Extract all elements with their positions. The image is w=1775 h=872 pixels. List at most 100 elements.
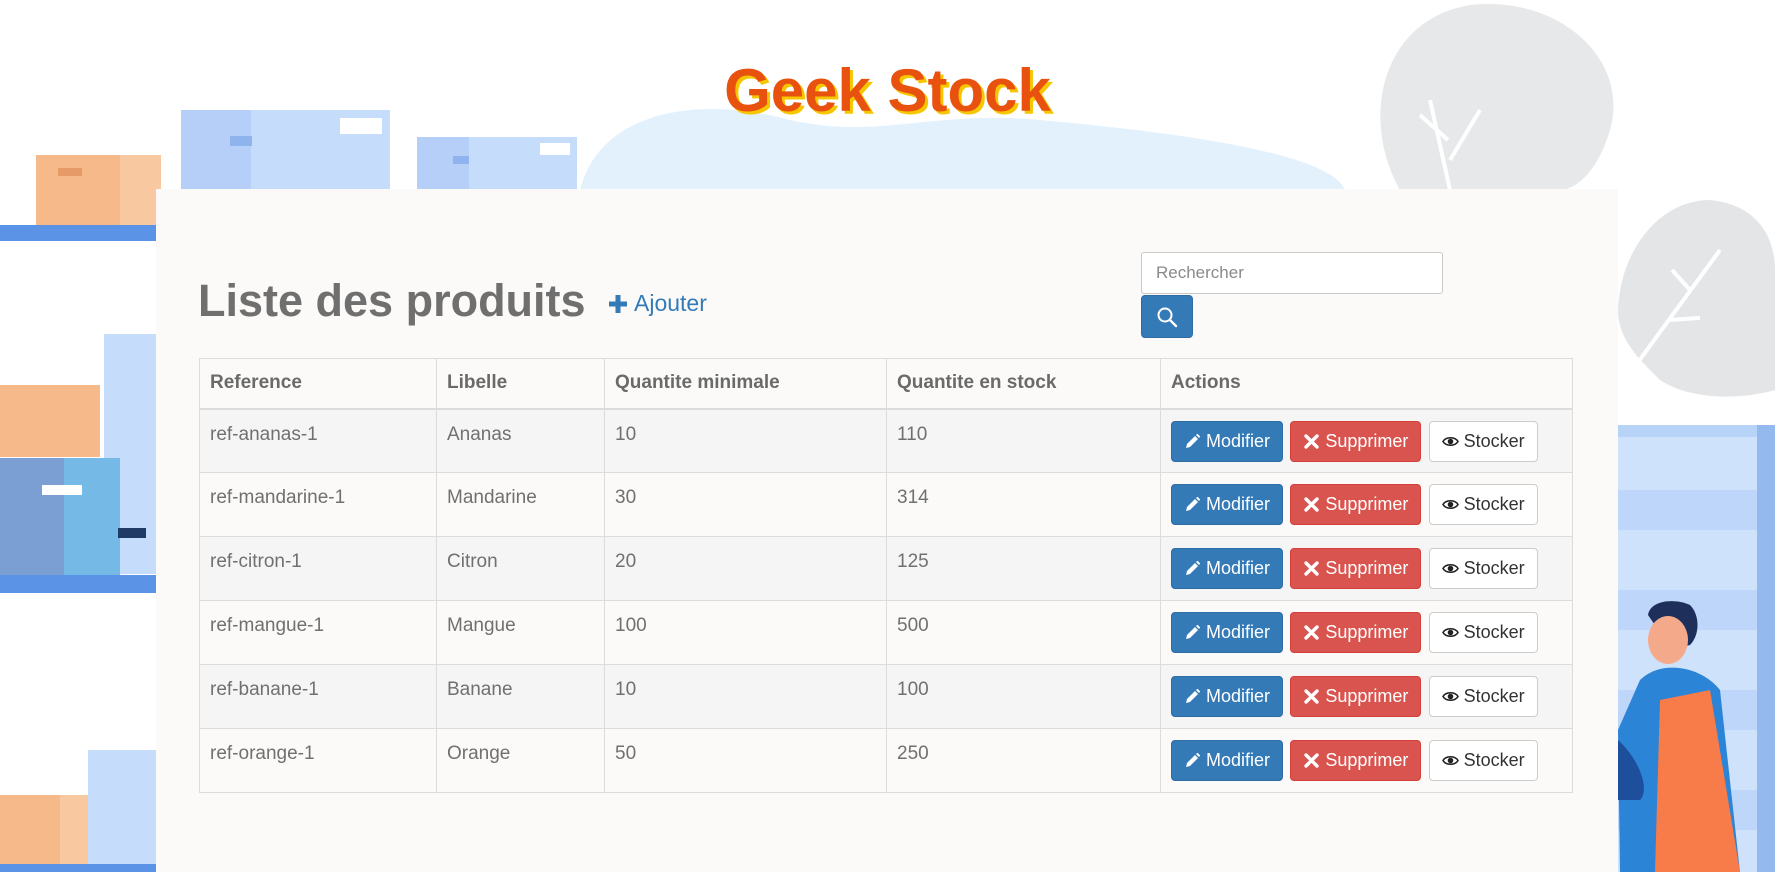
cell-quantite-minimale: 10 bbox=[604, 664, 887, 729]
cell-quantite-minimale: 10 bbox=[604, 408, 887, 473]
cell-actions: Modifier Supprimer Stocker bbox=[1160, 600, 1573, 665]
pencil-icon bbox=[1186, 752, 1201, 767]
cell-libelle: Mandarine bbox=[436, 472, 605, 537]
cell-libelle: Citron bbox=[436, 536, 605, 601]
pencil-icon bbox=[1186, 688, 1201, 703]
modifier-label: Modifier bbox=[1206, 622, 1271, 642]
table-row: ref-ananas-1 Ananas 10 110 Modifier Supp… bbox=[199, 408, 1573, 473]
table-row: ref-orange-1 Orange 50 250 Modifier Supp… bbox=[199, 728, 1573, 793]
table-row: ref-mandarine-1 Mandarine 30 314 Modifie… bbox=[199, 472, 1573, 537]
pencil-icon bbox=[1186, 624, 1201, 639]
column-header-actions: Actions bbox=[1160, 358, 1573, 410]
cell-quantite-minimale: 50 bbox=[604, 728, 887, 793]
supprimer-label: Supprimer bbox=[1325, 686, 1409, 706]
page-title: Liste des produits bbox=[198, 275, 586, 326]
plus-icon bbox=[609, 294, 627, 313]
cell-quantite-en-stock: 314 bbox=[886, 472, 1161, 537]
table-row: ref-citron-1 Citron 20 125 Modifier Supp… bbox=[199, 536, 1573, 601]
app-title: Geek Stock bbox=[724, 57, 1051, 124]
stocker-button[interactable]: Stocker bbox=[1428, 676, 1538, 717]
modifier-button[interactable]: Modifier bbox=[1171, 484, 1284, 525]
pencil-icon bbox=[1186, 496, 1201, 511]
supprimer-label: Supprimer bbox=[1325, 622, 1409, 642]
modifier-label: Modifier bbox=[1206, 750, 1271, 770]
column-header-libelle: Libelle bbox=[436, 358, 605, 410]
close-icon bbox=[1304, 433, 1320, 449]
stocker-label: Stocker bbox=[1463, 430, 1525, 451]
page: Geek Stock Liste des produits Ajouter Re… bbox=[0, 0, 1775, 872]
supprimer-button[interactable]: Supprimer bbox=[1290, 676, 1422, 717]
eye-icon bbox=[1441, 755, 1459, 766]
eye-icon bbox=[1441, 436, 1459, 446]
modifier-button[interactable]: Modifier bbox=[1171, 612, 1284, 653]
modifier-label: Modifier bbox=[1206, 686, 1271, 706]
stocker-button[interactable]: Stocker bbox=[1428, 420, 1538, 462]
supprimer-label: Supprimer bbox=[1325, 430, 1409, 451]
cell-reference: ref-mandarine-1 bbox=[199, 472, 437, 537]
eye-icon bbox=[1441, 627, 1459, 638]
close-icon bbox=[1304, 497, 1320, 512]
cell-actions: Modifier Supprimer Stocker bbox=[1160, 472, 1573, 537]
add-product-link[interactable]: Ajouter bbox=[608, 290, 707, 317]
eye-icon bbox=[1441, 499, 1459, 510]
column-header-quantite-en-stock: Quantite en stock bbox=[886, 358, 1161, 410]
search-icon bbox=[1157, 307, 1178, 327]
search-button[interactable] bbox=[1141, 295, 1193, 338]
cell-quantite-en-stock: 125 bbox=[886, 536, 1161, 601]
table-row: ref-banane-1 Banane 10 100 Modifier Supp… bbox=[199, 664, 1573, 729]
cell-libelle: Ananas bbox=[436, 408, 605, 473]
cell-quantite-minimale: 30 bbox=[604, 472, 887, 537]
cell-libelle: Orange bbox=[436, 728, 605, 793]
cell-actions: Modifier Supprimer Stocker bbox=[1160, 536, 1573, 601]
close-icon bbox=[1304, 689, 1320, 704]
supprimer-label: Supprimer bbox=[1325, 558, 1409, 578]
supprimer-label: Supprimer bbox=[1325, 494, 1409, 514]
close-icon bbox=[1304, 625, 1320, 640]
supprimer-button[interactable]: Supprimer bbox=[1290, 548, 1422, 589]
modifier-button[interactable]: Modifier bbox=[1171, 740, 1284, 781]
cell-reference: ref-ananas-1 bbox=[199, 408, 437, 473]
modifier-label: Modifier bbox=[1206, 430, 1271, 451]
cell-reference: ref-mangue-1 bbox=[199, 600, 437, 665]
cell-quantite-minimale: 100 bbox=[604, 600, 887, 665]
pencil-icon bbox=[1186, 560, 1201, 575]
supprimer-button[interactable]: Supprimer bbox=[1290, 420, 1422, 462]
modifier-label: Modifier bbox=[1206, 494, 1271, 514]
table-row: ref-mangue-1 Mangue 100 500 Modifier Sup… bbox=[199, 600, 1573, 665]
cell-quantite-en-stock: 100 bbox=[886, 664, 1161, 729]
stocker-label: Stocker bbox=[1463, 558, 1525, 578]
column-header-quantite-minimale: Quantite minimale bbox=[604, 358, 887, 410]
stocker-button[interactable]: Stocker bbox=[1428, 484, 1538, 525]
stocker-label: Stocker bbox=[1463, 622, 1525, 642]
cell-quantite-en-stock: 110 bbox=[886, 408, 1161, 473]
cell-actions: Modifier Supprimer Stocker bbox=[1160, 728, 1573, 793]
supprimer-button[interactable]: Supprimer bbox=[1290, 612, 1422, 653]
cell-libelle: Banane bbox=[436, 664, 605, 729]
close-icon bbox=[1304, 753, 1320, 768]
supprimer-button[interactable]: Supprimer bbox=[1290, 740, 1422, 781]
stocker-button[interactable]: Stocker bbox=[1428, 740, 1538, 781]
add-link-label: Ajouter bbox=[634, 290, 707, 316]
search-input[interactable] bbox=[1141, 252, 1443, 294]
modifier-button[interactable]: Modifier bbox=[1171, 676, 1284, 717]
stocker-label: Stocker bbox=[1463, 494, 1525, 514]
cell-reference: ref-banane-1 bbox=[199, 664, 437, 729]
cell-quantite-en-stock: 250 bbox=[886, 728, 1161, 793]
cell-libelle: Mangue bbox=[436, 600, 605, 665]
eye-icon bbox=[1441, 691, 1459, 702]
table-header-row: Reference Libelle Quantite minimale Quan… bbox=[199, 358, 1573, 410]
stocker-button[interactable]: Stocker bbox=[1428, 548, 1538, 589]
modifier-button[interactable]: Modifier bbox=[1171, 420, 1284, 462]
stocker-button[interactable]: Stocker bbox=[1428, 612, 1538, 653]
stocker-label: Stocker bbox=[1463, 750, 1525, 770]
close-icon bbox=[1304, 561, 1320, 576]
column-header-reference: Reference bbox=[199, 358, 437, 410]
cell-quantite-en-stock: 500 bbox=[886, 600, 1161, 665]
cell-quantite-minimale: 20 bbox=[604, 536, 887, 601]
cell-actions: Modifier Supprimer Stocker bbox=[1160, 408, 1573, 473]
stocker-label: Stocker bbox=[1463, 686, 1525, 706]
supprimer-label: Supprimer bbox=[1325, 750, 1409, 770]
modifier-button[interactable]: Modifier bbox=[1171, 548, 1284, 589]
cell-reference: ref-orange-1 bbox=[199, 728, 437, 793]
supprimer-button[interactable]: Supprimer bbox=[1290, 484, 1422, 525]
